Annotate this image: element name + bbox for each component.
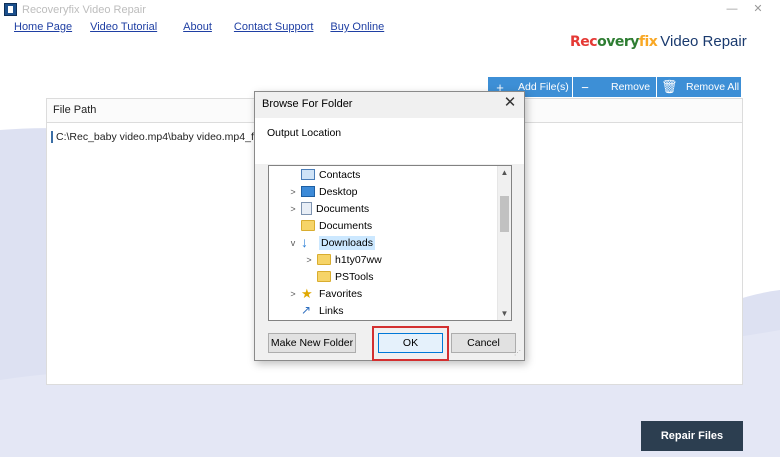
make-new-folder-button[interactable]: Make New Folder — [268, 333, 356, 353]
output-location-label: Output Location — [267, 127, 342, 139]
chevron-right-icon[interactable]: > — [287, 289, 299, 299]
chevron-right-icon[interactable]: > — [303, 255, 315, 265]
minus-icon: − — [581, 79, 589, 95]
ok-button[interactable]: OK — [378, 333, 443, 353]
app-logo: Recoveryfix Video Repair — [570, 33, 747, 50]
scroll-thumb[interactable] — [500, 196, 509, 232]
toolbar: + Add File(s) − Remove 🗑 Remove All — [488, 77, 741, 97]
browse-folder-dialog: Browse For Folder ✕ Output Location Cont… — [254, 91, 525, 361]
cancel-button[interactable]: Cancel — [451, 333, 516, 353]
tree-label: Contacts — [319, 168, 361, 181]
tree-item-h1ty07ww[interactable]: > h1ty07ww — [303, 251, 382, 268]
documents-icon — [301, 202, 312, 215]
brand-logo: Recoveryfix — [570, 34, 658, 50]
repair-files-button[interactable]: Repair Files — [641, 421, 743, 451]
tree-item-contacts[interactable]: Contacts — [287, 166, 360, 183]
menu-buy-online[interactable]: Buy Online — [330, 21, 384, 33]
menu-video-tutorial[interactable]: Video Tutorial — [90, 21, 157, 33]
tree-item-pstools[interactable]: PSTools — [303, 268, 374, 285]
remove-all-button[interactable]: 🗑 Remove All — [657, 77, 741, 97]
folder-icon — [317, 254, 331, 265]
tree-label: PSTools — [335, 270, 374, 283]
dialog-body: Output Location Contacts > Desktop > Doc… — [255, 118, 524, 361]
menu-contact-support[interactable]: Contact Support — [234, 21, 314, 33]
tree-label: Documents — [316, 202, 370, 215]
file-row[interactable]: C:\Rec_baby video.mp4\baby video.mp4_fix… — [51, 129, 256, 145]
tree-label: h1ty07ww — [335, 253, 382, 266]
title-bar: Recoveryfix Video Repair — ✕ — [0, 0, 780, 20]
file-path: C:\Rec_baby video.mp4\baby video.mp4_fix… — [56, 131, 256, 143]
folder-icon — [317, 271, 331, 282]
desktop-icon — [301, 186, 315, 197]
close-button[interactable]: ✕ — [748, 2, 768, 16]
tree-item-documents[interactable]: > Documents — [287, 200, 369, 217]
resize-grip-icon[interactable]: ⋰ — [514, 350, 522, 358]
menu-home-page[interactable]: Home Page — [14, 21, 72, 33]
video-file-icon — [51, 131, 53, 143]
star-icon: ★ — [301, 286, 313, 301]
chevron-down-icon[interactable]: v — [287, 238, 299, 248]
dialog-header-area — [255, 118, 524, 164]
trash-icon: 🗑 — [661, 79, 678, 94]
tree-item-downloads[interactable]: v ↓ Downloads — [287, 234, 375, 251]
minimize-button[interactable]: — — [722, 2, 742, 16]
tree-item-documents-folder[interactable]: Documents — [287, 217, 372, 234]
scroll-down-icon[interactable]: ▼ — [498, 307, 511, 320]
folder-tree[interactable]: Contacts > Desktop > Documents Documents… — [268, 165, 512, 321]
dialog-title: Browse For Folder — [262, 98, 353, 110]
folder-icon — [301, 220, 315, 231]
tree-item-links[interactable]: ↗ Links — [287, 302, 344, 319]
scroll-up-icon[interactable]: ▲ — [498, 166, 511, 179]
chevron-right-icon[interactable]: > — [287, 187, 299, 197]
tree-item-desktop[interactable]: > Desktop — [287, 183, 358, 200]
menu-bar: Home Page Video Tutorial About Contact S… — [14, 21, 384, 33]
dialog-close-icon[interactable]: ✕ — [502, 95, 518, 111]
tree-label: Favorites — [319, 287, 363, 300]
contacts-icon — [301, 169, 315, 180]
tree-label: Links — [319, 304, 344, 317]
tree-label: Downloads — [319, 235, 375, 250]
product-name: Video Repair — [660, 33, 747, 50]
app-icon — [4, 3, 17, 16]
tree-label: Documents — [319, 219, 373, 232]
tree-label: Desktop — [319, 185, 358, 198]
tree-item-favorites[interactable]: > ★ Favorites — [287, 285, 362, 302]
chevron-right-icon[interactable]: > — [287, 204, 299, 214]
download-icon: ↓ — [301, 234, 308, 250]
tree-scrollbar[interactable]: ▲ ▼ — [497, 166, 511, 320]
remove-button[interactable]: − Remove — [573, 77, 657, 97]
menu-about[interactable]: About — [183, 21, 212, 33]
link-icon: ↗ — [301, 303, 312, 317]
app-title: Recoveryfix Video Repair — [22, 4, 146, 16]
